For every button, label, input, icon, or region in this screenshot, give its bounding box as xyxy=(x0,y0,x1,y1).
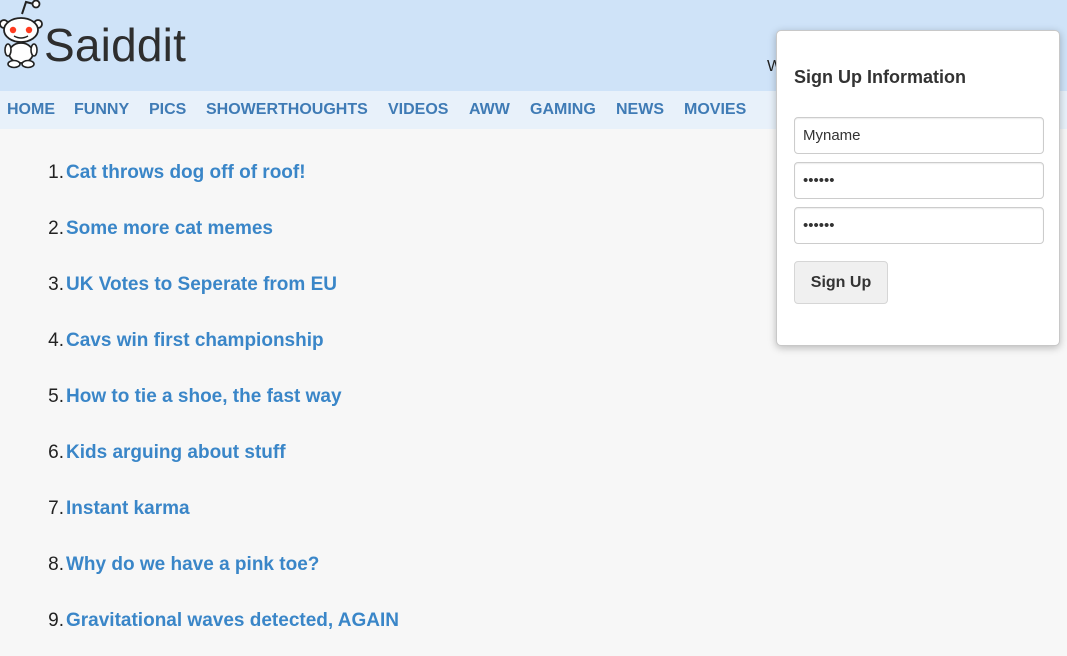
post-number: 9. xyxy=(48,610,64,631)
post-number: 4. xyxy=(48,330,64,351)
nav-news[interactable]: NEWS xyxy=(616,101,664,119)
post-number: 3. xyxy=(48,274,64,295)
post-number: 2. xyxy=(48,218,64,239)
signup-popover: Sign Up Information Sign Up xyxy=(776,30,1060,346)
post-link[interactable]: UK Votes to Seperate from EU xyxy=(66,270,337,300)
nav-home[interactable]: HOME xyxy=(7,101,55,119)
signup-title: Sign Up Information xyxy=(794,67,966,87)
post-link[interactable]: Cat throws dog off of roof! xyxy=(66,158,306,188)
post-link[interactable]: Kids arguing about stuff xyxy=(66,438,286,468)
password-input[interactable] xyxy=(794,162,1044,199)
nav-showerthoughts[interactable]: SHOWERTHOUGHTS xyxy=(206,101,368,119)
post-number: 6. xyxy=(48,442,64,463)
sign-up-button[interactable]: Sign Up xyxy=(794,261,888,304)
nav-movies[interactable]: MOVIES xyxy=(684,101,746,119)
page: Saiddit W HOME FUNNY PICS SHOWERTHOUGHTS… xyxy=(0,0,1067,656)
post-link[interactable]: How to tie a shoe, the fast way xyxy=(66,382,342,412)
nav-funny[interactable]: FUNNY xyxy=(74,101,129,119)
post-number: 1. xyxy=(48,162,64,183)
post-number: 5. xyxy=(48,386,64,407)
nav-gaming[interactable]: GAMING xyxy=(530,101,596,119)
post-number: 7. xyxy=(48,498,64,519)
post-link[interactable]: Some more cat memes xyxy=(66,214,273,244)
post-link[interactable]: Cavs win first championship xyxy=(66,326,324,356)
post-number: 8. xyxy=(48,554,64,575)
nav-pics[interactable]: PICS xyxy=(149,101,186,119)
nav-videos[interactable]: VIDEOS xyxy=(388,101,448,119)
confirm-password-input[interactable] xyxy=(794,207,1044,244)
reddit-alien-icon xyxy=(0,0,43,69)
post-link[interactable]: Instant karma xyxy=(66,494,190,524)
post-link[interactable]: Gravitational waves detected, AGAIN xyxy=(66,606,399,636)
nav-aww[interactable]: AWW xyxy=(469,101,510,119)
username-input[interactable] xyxy=(794,117,1044,154)
post-link[interactable]: Why do we have a pink toe? xyxy=(66,550,319,580)
site-title[interactable]: Saiddit xyxy=(44,17,186,73)
